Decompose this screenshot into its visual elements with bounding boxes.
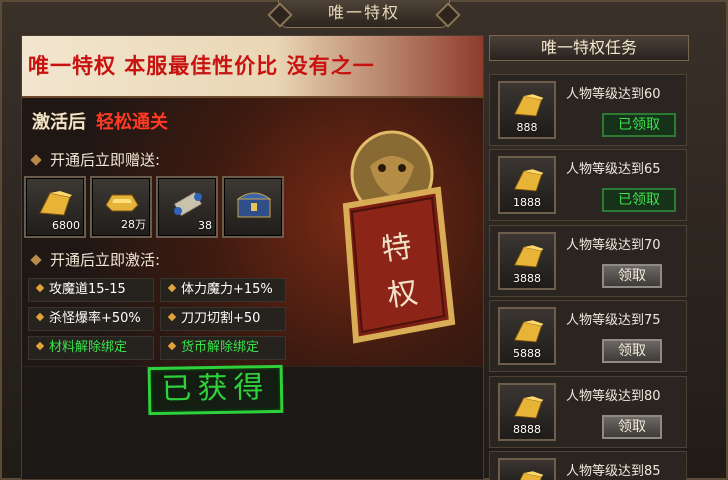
- reward-slot[interactable]: 8888: [498, 383, 556, 441]
- gift-list: 6800 28万 38: [24, 176, 294, 242]
- gold-bar-icon: [105, 194, 139, 212]
- gift-slot[interactable]: 28万: [90, 176, 152, 238]
- reward-qty: 5888: [513, 347, 541, 360]
- claim-button[interactable]: 领取: [602, 415, 662, 439]
- task-row: 8888 人物等级达到80 领取: [489, 376, 687, 448]
- gift-slot[interactable]: 38: [156, 176, 218, 238]
- reward-slot[interactable]: [498, 458, 556, 480]
- promo-banner: 唯一特权 本服最佳性价比 没有之一: [22, 36, 483, 98]
- gift-qty: 6800: [52, 219, 80, 232]
- task-label: 人物等级达到85: [566, 464, 661, 479]
- gift-qty: 28万: [121, 218, 146, 231]
- attribute-item: 刀刀切割+50: [160, 307, 286, 331]
- gold-ingot-icon: [39, 191, 72, 216]
- diamond-bullet-icon: [167, 341, 177, 351]
- attribute-item: 材料解除绑定: [28, 336, 154, 360]
- gold-ingot-icon: [513, 245, 544, 268]
- gold-ingot-icon: [513, 169, 544, 192]
- attribute-item: 杀怪爆率+50%: [28, 307, 154, 331]
- reward-qty: 1888: [513, 196, 541, 209]
- gold-ingot-icon: [513, 94, 544, 117]
- attribute-item: 体力魔力+15%: [160, 278, 286, 302]
- task-panel: 唯一特权任务 888 人物等级达到60 已领取 1888 人物等级达到65 已领…: [489, 35, 728, 480]
- diamond-bullet-icon: [30, 154, 42, 166]
- obtained-stamp: 已获得: [147, 364, 284, 416]
- subtitle-activate: 激活后: [32, 112, 86, 133]
- treasure-chest-icon: [236, 192, 272, 218]
- emblem-char-2: 权: [385, 275, 420, 314]
- reward-slot[interactable]: 3888: [498, 232, 556, 290]
- claim-button[interactable]: 领取: [602, 264, 662, 288]
- task-row: 人物等级达到85: [489, 451, 687, 480]
- task-label: 人物等级达到60: [566, 87, 661, 102]
- window-title: 唯一特权: [278, 0, 450, 28]
- claim-button[interactable]: 领取: [602, 339, 662, 363]
- reward-slot[interactable]: 1888: [498, 156, 556, 214]
- gift-slot[interactable]: 6800: [24, 176, 86, 238]
- diamond-bullet-icon: [167, 312, 177, 322]
- task-row: 888 人物等级达到60 已领取: [489, 74, 687, 146]
- diamond-bullet-icon: [35, 341, 45, 351]
- task-label: 人物等级达到65: [566, 162, 661, 177]
- emblem-char-1: 特: [379, 229, 414, 268]
- gift-qty: 38: [198, 219, 212, 232]
- diamond-bullet-icon: [30, 254, 42, 266]
- diamond-bullet-icon: [35, 283, 45, 293]
- task-label: 人物等级达到70: [566, 238, 661, 253]
- attribute-item: 货币解除绑定: [160, 336, 286, 360]
- activate-heading: 开通后立即激活:: [30, 249, 160, 270]
- privilege-emblem: 特 权: [342, 130, 456, 344]
- task-row: 5888 人物等级达到75 领取: [489, 300, 687, 372]
- reward-qty: 8888: [513, 423, 541, 436]
- claimed-button[interactable]: 已领取: [602, 113, 676, 137]
- task-label: 人物等级达到75: [566, 313, 661, 328]
- task-row: 3888 人物等级达到70 领取: [489, 225, 687, 297]
- task-row: 1888 人物等级达到65 已领取: [489, 149, 687, 221]
- reward-qty: 3888: [513, 272, 541, 285]
- gift-heading: 开通后立即赠送:: [30, 149, 160, 170]
- gold-ingot-icon: [519, 471, 544, 480]
- subtitle-highlight: 轻松通关: [96, 112, 168, 133]
- banner-text: 唯一特权 本服最佳性价比 没有之一: [28, 54, 375, 78]
- task-panel-title: 唯一特权任务: [489, 35, 689, 61]
- reward-slot[interactable]: 888: [498, 81, 556, 139]
- diamond-bullet-icon: [167, 283, 177, 293]
- reward-qty: 888: [516, 121, 538, 134]
- claimed-button[interactable]: 已领取: [602, 188, 676, 212]
- gift-slot[interactable]: [222, 176, 284, 238]
- privilege-subtitle: 激活后 轻松通关: [32, 108, 168, 134]
- diamond-bullet-icon: [35, 312, 45, 322]
- attribute-item: 攻魔道15-15: [28, 278, 154, 302]
- task-label: 人物等级达到80: [566, 389, 661, 404]
- reward-slot[interactable]: 5888: [498, 307, 556, 365]
- gold-ingot-icon: [513, 320, 544, 343]
- gold-ingot-icon: [513, 396, 544, 419]
- scroll-icon: [173, 191, 203, 217]
